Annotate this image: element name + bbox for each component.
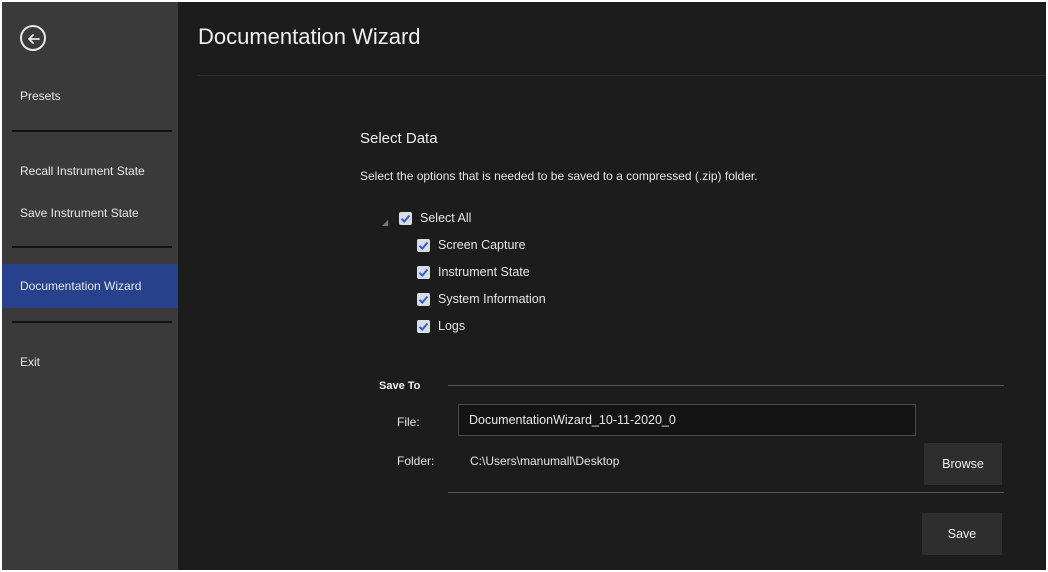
checkbox-label: Logs <box>438 319 466 333</box>
system-information-checkbox[interactable]: System Information <box>417 289 546 309</box>
save-to-divider <box>448 385 1004 386</box>
browse-button[interactable]: Browse <box>924 443 1002 485</box>
sidebar-item-label: Recall Instrument State <box>20 164 145 178</box>
checkmark-icon <box>400 214 411 223</box>
back-arrow-icon <box>28 34 40 44</box>
sidebar-item-presets[interactable]: Presets <box>2 74 178 118</box>
app-window: Presets Recall Instrument State Save Ins… <box>2 2 1046 570</box>
checkmark-icon <box>418 268 429 277</box>
tree-expand-triangle-icon[interactable]: ◢ <box>382 218 388 227</box>
title-divider <box>198 75 1046 76</box>
checkbox-label: Select All <box>420 211 472 225</box>
checkbox-label: Instrument State <box>438 265 530 279</box>
logs-checkbox[interactable]: Logs <box>417 316 465 336</box>
select-data-heading: Select Data <box>360 130 438 147</box>
sidebar-item-save-instrument-state[interactable]: Save Instrument State <box>2 191 178 235</box>
folder-path: C:\Users\manumall\Desktop <box>470 454 620 468</box>
checkbox-box[interactable] <box>399 211 412 225</box>
sidebar-item-documentation-wizard[interactable]: Documentation Wizard <box>2 264 178 308</box>
checkmark-icon <box>418 241 429 250</box>
checkbox-box[interactable] <box>417 238 430 252</box>
sidebar-item-label: Presets <box>20 89 61 103</box>
sidebar-divider <box>12 321 172 323</box>
screen-capture-checkbox[interactable]: Screen Capture <box>417 235 526 255</box>
sidebar: Presets Recall Instrument State Save Ins… <box>2 2 178 570</box>
sidebar-item-label: Documentation Wizard <box>20 279 142 293</box>
file-label: File: <box>397 415 420 429</box>
back-button[interactable] <box>20 25 46 51</box>
folder-label: Folder: <box>397 454 435 468</box>
checkbox-box[interactable] <box>417 265 430 279</box>
save-button[interactable]: Save <box>922 513 1002 555</box>
sidebar-divider <box>12 130 172 132</box>
main-panel: Documentation Wizard Select Data Select … <box>178 2 1046 570</box>
checkbox-label: System Information <box>438 292 546 306</box>
page-title: Documentation Wizard <box>198 24 421 49</box>
checkmark-icon <box>418 322 429 331</box>
instrument-state-checkbox[interactable]: Instrument State <box>417 262 530 282</box>
footer-divider <box>448 492 1004 493</box>
checkmark-icon <box>418 295 429 304</box>
select-all-checkbox[interactable]: Select All <box>399 208 471 228</box>
checkbox-box[interactable] <box>417 319 430 333</box>
sidebar-item-exit[interactable]: Exit <box>2 340 178 384</box>
sidebar-item-label: Save Instrument State <box>20 206 139 220</box>
sidebar-item-recall-instrument-state[interactable]: Recall Instrument State <box>2 149 178 193</box>
select-data-description: Select the options that is needed to be … <box>360 169 758 183</box>
sidebar-item-label: Exit <box>20 355 41 369</box>
checkbox-box[interactable] <box>417 292 430 306</box>
sidebar-divider <box>12 246 172 248</box>
save-to-heading: Save To <box>379 380 421 392</box>
file-name-input[interactable] <box>458 404 916 436</box>
checkbox-label: Screen Capture <box>438 238 526 252</box>
